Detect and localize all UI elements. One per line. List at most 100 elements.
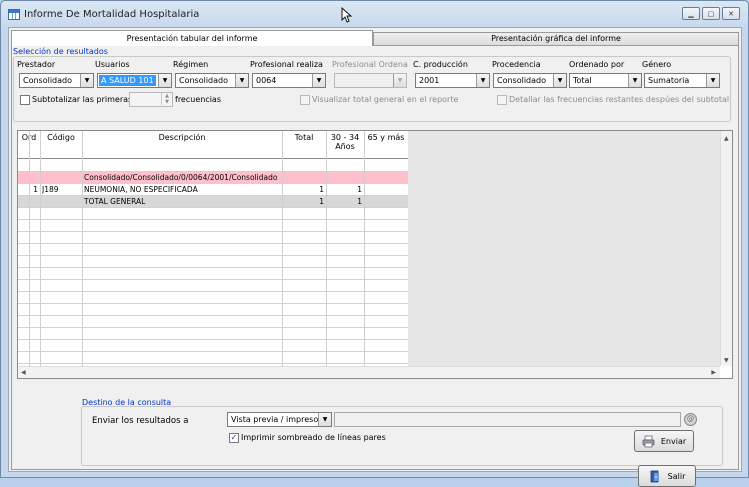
combo-profesional-ordena: ▼ xyxy=(334,73,407,88)
table-row-empty[interactable] xyxy=(18,328,408,340)
combo-destino-value: Vista previa / impresora xyxy=(231,415,327,424)
table-row-empty[interactable] xyxy=(18,352,408,364)
cell-total xyxy=(284,172,324,184)
frecuencias-spinner[interactable]: ▲ ▼ xyxy=(129,92,173,107)
tab-tabular[interactable]: Presentación tabular del informe xyxy=(11,30,373,46)
dropdown-arrow-icon[interactable]: ▼ xyxy=(235,74,248,87)
window-title: Informe De Mortalidad Hospitalaria xyxy=(24,9,200,20)
table-row[interactable] xyxy=(18,160,408,172)
vertical-scrollbar[interactable]: ▲ ▼ xyxy=(720,131,732,366)
scroll-down-icon[interactable]: ▼ xyxy=(724,357,729,364)
salir-button-label: Salir xyxy=(667,471,686,481)
subtotalizar-checkbox[interactable] xyxy=(20,95,30,105)
table-row-empty[interactable] xyxy=(18,256,408,268)
column-divider xyxy=(40,131,41,366)
scroll-right-icon[interactable]: ▶ xyxy=(711,369,716,376)
spin-down-icon[interactable]: ▼ xyxy=(161,99,172,105)
table-row-empty[interactable] xyxy=(18,232,408,244)
dropdown-arrow-icon[interactable]: ▼ xyxy=(158,74,171,87)
scroll-up-icon[interactable]: ▲ xyxy=(724,135,729,142)
frecuencias-label: frecuencias xyxy=(175,95,222,104)
destino-path-field xyxy=(334,412,681,427)
tab-grafica[interactable]: Presentación gráfica del informe xyxy=(373,32,739,46)
client-area: Presentación tabular del informe Present… xyxy=(8,27,742,487)
sombreado-label: Imprimir sombreado de líneas pares xyxy=(241,433,386,442)
dropdown-arrow-icon[interactable]: ▼ xyxy=(312,74,325,87)
table-row-empty[interactable] xyxy=(18,316,408,328)
combo-ordenado-por[interactable]: Total ▼ xyxy=(569,73,642,88)
table-row-empty[interactable] xyxy=(18,244,408,256)
combo-destino[interactable]: Vista previa / impresora ▼ xyxy=(227,412,332,427)
combo-c-produccion-value: 2001 xyxy=(419,76,440,85)
label-profesional-ordena: Profesional Ordena xyxy=(332,60,408,69)
col-header-total[interactable]: Total xyxy=(282,133,326,142)
col-header-30-34[interactable]: 30 - 34 Años xyxy=(326,133,364,151)
app-table-icon xyxy=(8,9,20,20)
horizontal-scrollbar[interactable]: ◀ ▶ xyxy=(18,366,720,378)
table-row[interactable]: Consolidado/Consolidado/0/0064/2001/Cons… xyxy=(18,172,408,184)
dropdown-arrow-icon[interactable]: ▼ xyxy=(318,413,331,426)
combo-c-produccion[interactable]: 2001 ▼ xyxy=(415,73,490,88)
table-row-empty[interactable] xyxy=(18,280,408,292)
table-row-empty[interactable] xyxy=(18,268,408,280)
dropdown-arrow-icon[interactable]: ▼ xyxy=(80,74,93,87)
minimize-button[interactable]: ▁ xyxy=(682,7,700,20)
table-row[interactable]: 1 J189 NEUMONIA, NO ESPECIFICADA 1 1 xyxy=(18,184,408,196)
table-row-empty[interactable] xyxy=(18,304,408,316)
dropdown-arrow-icon[interactable]: ▼ xyxy=(553,74,566,87)
combo-ordenado-por-value: Total xyxy=(573,76,592,85)
enviar-button[interactable]: Enviar xyxy=(634,430,694,452)
results-grid[interactable]: Ord Código Descripción Total 30 - 34 Año… xyxy=(17,130,733,379)
subtotalizar-label: Subtotalizar las primeras xyxy=(32,95,133,104)
cell-c30: 1 xyxy=(357,185,362,194)
title-bar[interactable]: Informe De Mortalidad Hospitalaria ▁ ▢ ✕ xyxy=(1,1,748,27)
cell-c65 xyxy=(366,172,406,184)
combo-procedencia[interactable]: Consolidado ▼ xyxy=(493,73,567,88)
combo-usuarios[interactable]: A SALUD 101 ▼ xyxy=(97,73,172,88)
exit-door-icon xyxy=(650,470,659,482)
combo-genero-value: Sumatoria xyxy=(648,76,690,85)
combo-usuarios-value: A SALUD 101 xyxy=(99,75,156,86)
cell-descripcion: NEUMONIA, NO ESPECIFICADA xyxy=(84,185,198,194)
combo-profesional-realiza[interactable]: 0064 ▼ xyxy=(252,73,326,88)
dropdown-arrow-icon[interactable]: ▼ xyxy=(476,74,489,87)
cell-total xyxy=(284,160,324,172)
dropdown-arrow-icon[interactable]: ▼ xyxy=(628,74,641,87)
cell-codigo xyxy=(42,196,80,208)
col-header-65-mas[interactable]: 65 y más xyxy=(364,133,408,142)
column-divider xyxy=(29,131,30,366)
table-row-empty[interactable] xyxy=(18,292,408,304)
combo-prestador[interactable]: Consolidado ▼ xyxy=(19,73,94,88)
col-header-descripcion[interactable]: Descripción xyxy=(82,133,282,142)
cell-c30 xyxy=(328,160,362,172)
label-profesional-realiza: Profesional realiza xyxy=(250,60,323,69)
combo-prestador-value: Consolidado xyxy=(23,76,73,85)
enviar-resultados-label: Enviar los resultados a xyxy=(92,416,189,426)
combo-regimen[interactable]: Consolidado ▼ xyxy=(175,73,249,88)
table-row-empty[interactable] xyxy=(18,340,408,352)
mouse-pointer-icon xyxy=(341,7,353,23)
maximize-button[interactable]: ▢ xyxy=(702,7,720,20)
label-ordenado-por: Ordenado por xyxy=(569,60,625,69)
column-divider xyxy=(282,131,283,366)
cell-codigo xyxy=(42,172,80,184)
browse-icon[interactable]: @ xyxy=(684,413,697,426)
visualizar-total-label: Visualizar total general en el reporte xyxy=(312,95,459,104)
cell-c65 xyxy=(366,160,406,172)
cell-c65 xyxy=(366,184,406,196)
sombreado-checkbox[interactable]: ✓ xyxy=(229,433,239,443)
column-divider xyxy=(364,131,365,366)
label-procedencia: Procedencia xyxy=(492,60,541,69)
dropdown-arrow-icon[interactable]: ▼ xyxy=(706,74,719,87)
table-row-empty[interactable] xyxy=(18,208,408,220)
table-row-empty[interactable] xyxy=(18,220,408,232)
close-button[interactable]: ✕ xyxy=(722,7,740,20)
col-header-codigo[interactable]: Código xyxy=(40,133,82,142)
minimize-icon: ▁ xyxy=(688,9,694,18)
table-row[interactable]: TOTAL GENERAL 1 1 xyxy=(18,196,408,208)
scroll-left-icon[interactable]: ◀ xyxy=(21,369,26,376)
combo-genero[interactable]: Sumatoria ▼ xyxy=(644,73,720,88)
combo-procedencia-value: Consolidado xyxy=(497,76,547,85)
salir-button[interactable]: Salir xyxy=(638,465,696,487)
detallar-checkbox xyxy=(497,95,507,105)
